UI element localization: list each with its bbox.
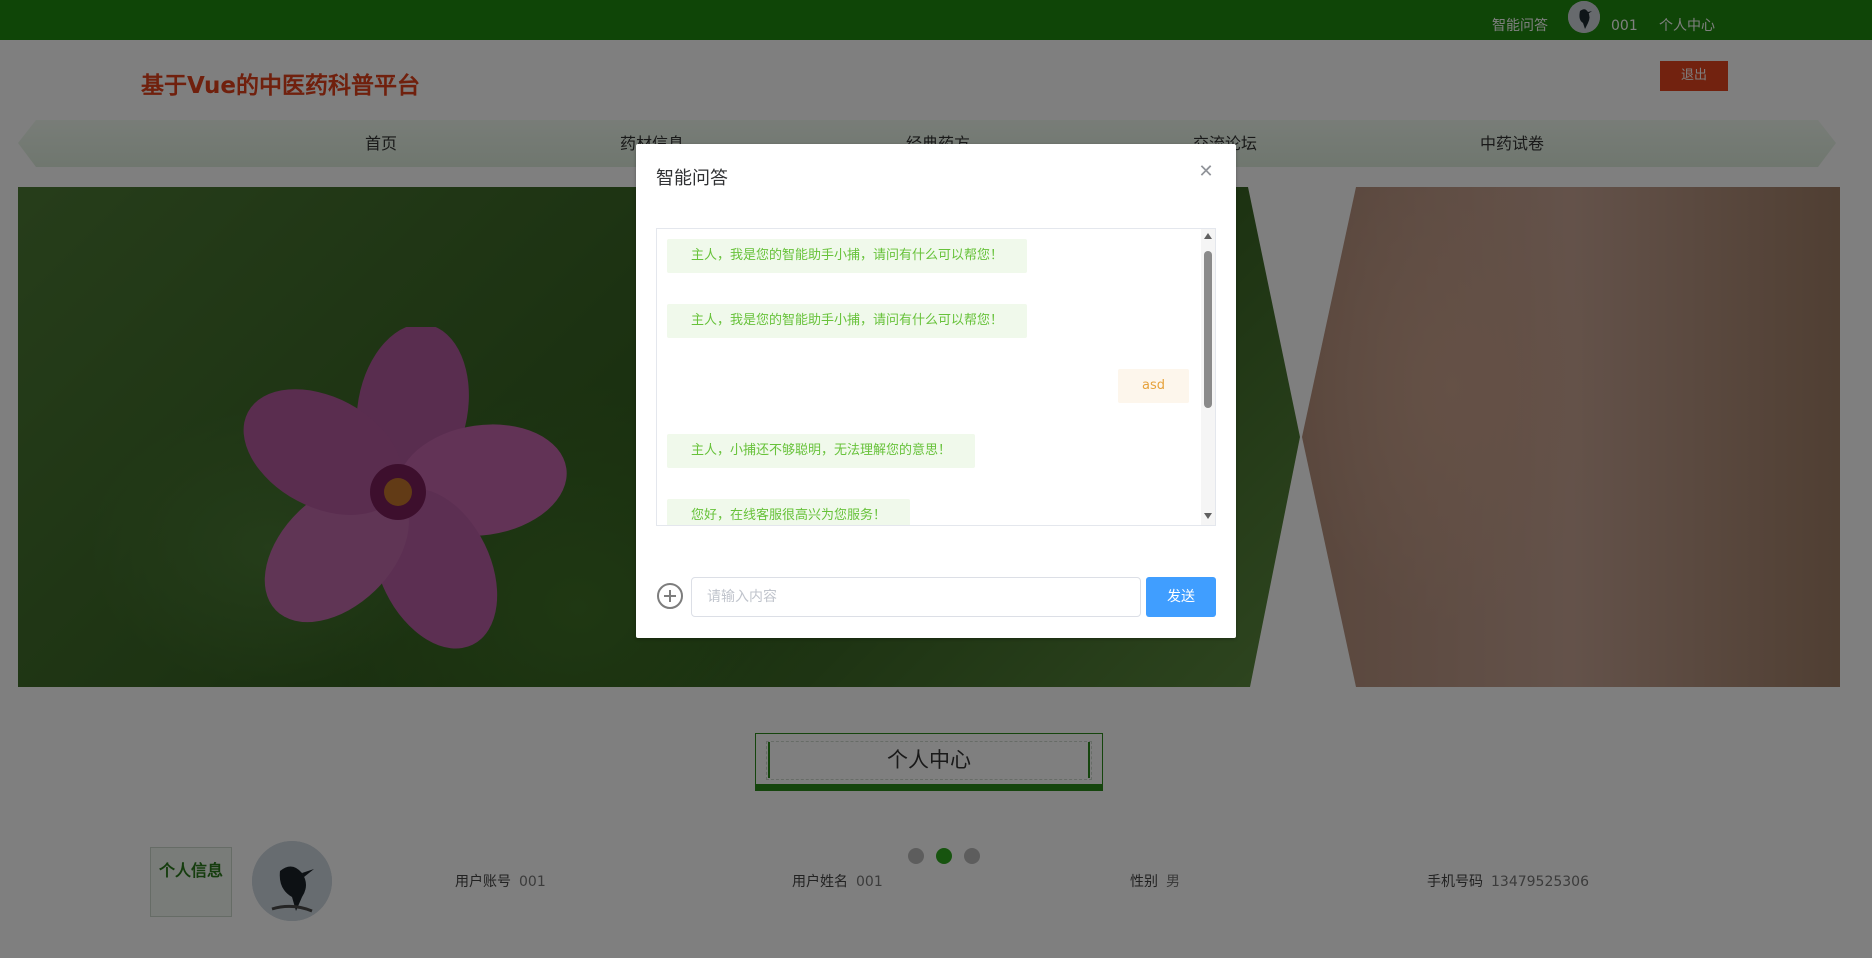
chat-message-bot: 主人，我是您的智能助手小捕，请问有什么可以帮您！ [667,304,1028,338]
smart-qa-dialog: 智能问答 ✕ 主人，我是您的智能助手小捕，请问有什么可以帮您！ 主人，我是您的智… [636,144,1236,638]
add-circle-icon[interactable] [657,583,683,609]
chat-message-bot: 您好，在线客服很高兴为您服务！ [667,499,911,525]
dialog-title: 智能问答 [656,168,728,189]
chat-message-bot: 主人，小捕还不够聪明，无法理解您的意思！ [667,434,976,468]
chat-message-bot: 主人，我是您的智能助手小捕，请问有什么可以帮您！ [667,239,1028,273]
send-button[interactable]: 发送 [1146,577,1216,617]
scroll-down-arrow-icon[interactable] [1204,513,1212,519]
scrollbar-thumb[interactable] [1204,251,1212,408]
chat-history[interactable]: 主人，我是您的智能助手小捕，请问有什么可以帮您！ 主人，我是您的智能助手小捕，请… [656,228,1216,526]
chat-message-user: asd [1118,369,1189,403]
chat-scrollbar[interactable] [1201,229,1215,525]
scroll-up-arrow-icon[interactable] [1204,233,1212,239]
close-icon[interactable]: ✕ [1196,162,1216,182]
chat-input[interactable] [691,577,1141,617]
